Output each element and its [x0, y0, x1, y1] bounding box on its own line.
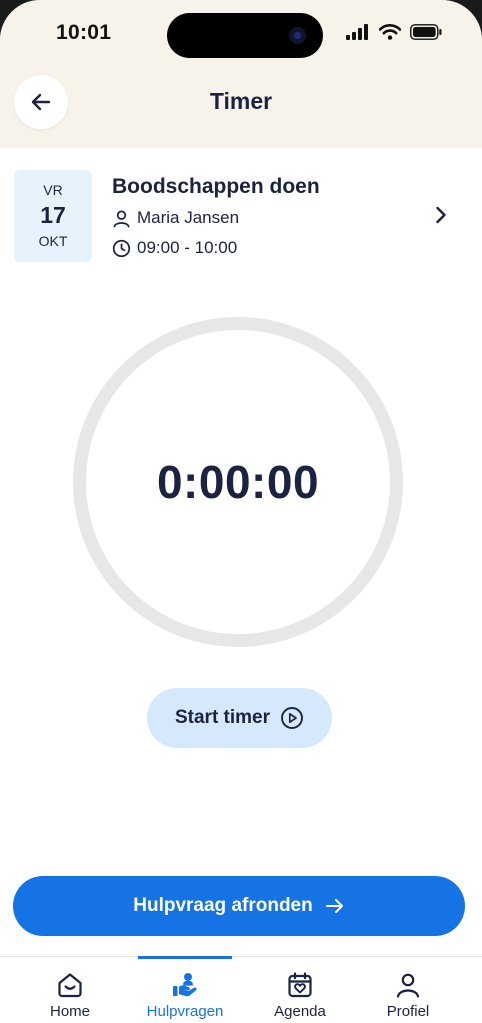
start-timer-label: Start timer [174, 707, 271, 728]
tab-hulpvragen[interactable]: Hulpvragen [137, 957, 233, 1023]
timer-display: 0:00:00 [156, 456, 320, 508]
dynamic-island [167, 13, 323, 58]
tab-hulpvragen-label: Hulpvragen [146, 1003, 224, 1020]
tab-home-label: Home [49, 1003, 90, 1020]
arrow-right-icon [325, 899, 343, 913]
status-icons [346, 24, 442, 40]
clock-icon [112, 239, 131, 257]
event-title[interactable]: Boodschappen doen [112, 175, 320, 199]
profile-icon [396, 973, 420, 998]
date-tile: VR 17 OKT [14, 170, 92, 262]
date-day: 17 [40, 202, 66, 228]
home-icon [58, 973, 82, 998]
tab-agenda[interactable]: Agenda [252, 957, 348, 1023]
event-person-row: Maria Jansen [112, 208, 239, 228]
battery-icon [410, 24, 442, 40]
tab-home[interactable]: Home [22, 957, 118, 1023]
calendar-heart-icon [288, 972, 312, 998]
status-time: 10:01 [56, 21, 112, 44]
event-person: Maria Jansen [137, 208, 240, 227]
header-area: 10:01 Timer [0, 0, 482, 148]
app-screen: 10:01 Timer VR 17 OKT Boodschappen doen … [0, 0, 482, 1023]
complete-request-label: Hulpvraag afronden [133, 895, 313, 916]
start-timer-button[interactable]: Start timer [147, 688, 332, 748]
complete-request-button[interactable]: Hulpvraag afronden [13, 876, 465, 936]
signal-icon [346, 24, 368, 40]
page-title: Timer [209, 88, 273, 114]
event-time-row: 09:00 - 10:00 [112, 238, 237, 258]
camera-icon [289, 27, 306, 44]
date-month: OKT [38, 233, 68, 249]
wifi-icon [379, 24, 401, 40]
tab-profiel[interactable]: Profiel [360, 957, 456, 1023]
play-circle-icon [281, 707, 303, 729]
chevron-right-icon[interactable] [430, 204, 452, 226]
person-icon [113, 210, 130, 227]
help-hand-icon [173, 973, 197, 997]
bottom-tab-bar: Home Hulpvragen Agenda Profiel [0, 956, 482, 1023]
tab-agenda-label: Agenda [274, 1003, 326, 1020]
tab-profiel-label: Profiel [386, 1003, 430, 1020]
date-day-of-week: VR [43, 182, 63, 198]
event-time-range: 09:00 - 10:00 [137, 238, 238, 257]
